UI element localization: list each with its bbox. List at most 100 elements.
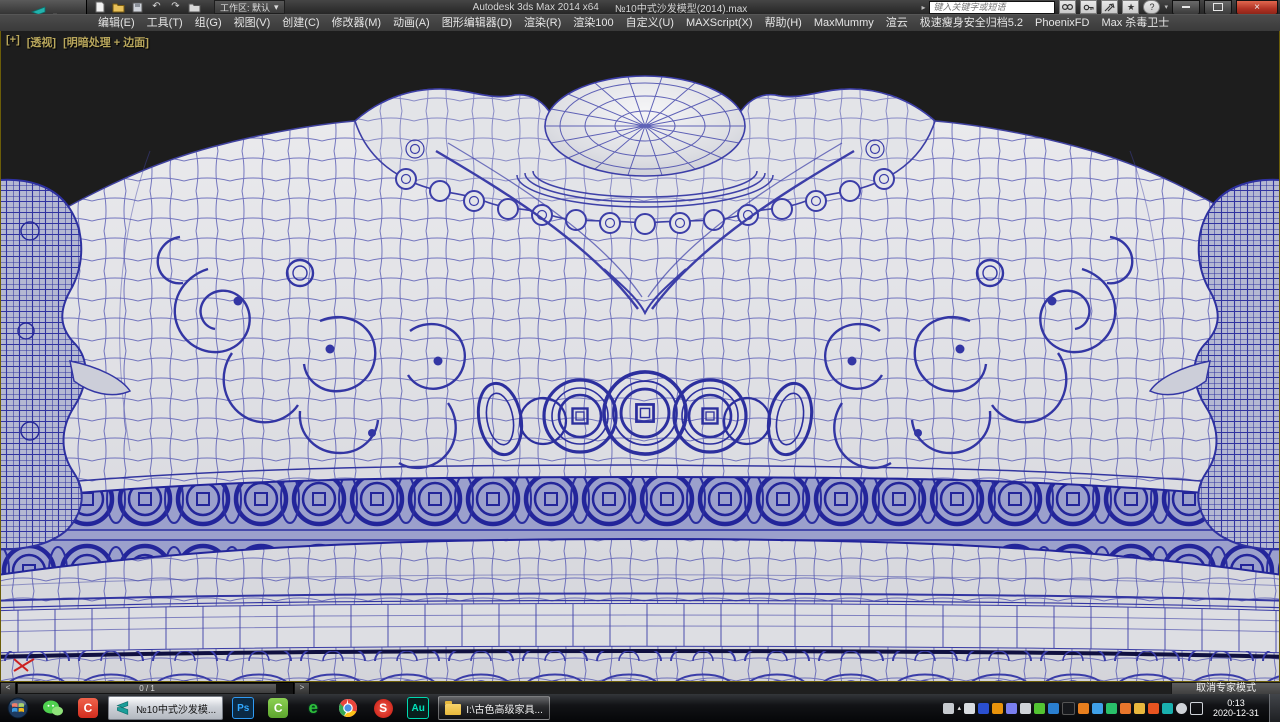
project-folder-button[interactable] — [187, 1, 202, 13]
viewport-label: [+] [透视] [明暗处理 + 边面] — [6, 34, 149, 50]
menu-item-antivirus-guard[interactable]: Max 杀毒卫士 — [1095, 15, 1175, 31]
menu-item-rendering[interactable]: 渲染(R) — [518, 15, 567, 31]
chrome-taskbar-icon[interactable] — [333, 696, 363, 721]
photoshop-taskbar-icon[interactable]: Ps — [228, 696, 258, 721]
window-title: Autodesk 3ds Max 2014 x64 №10中式沙发模型(2014… — [260, 0, 960, 15]
menu-item-maxscript[interactable]: MAXScript(X) — [680, 15, 759, 31]
menu-item-render100[interactable]: 渲染100 — [567, 15, 619, 31]
arch-band — [0, 651, 1280, 681]
viewport-canvas[interactable] — [0, 31, 1280, 692]
open-file-button[interactable] — [111, 1, 126, 13]
communication-center-icon[interactable] — [1101, 0, 1119, 14]
task-folder-label: I:\古色高级家具... — [466, 704, 543, 716]
windows-orb-icon — [7, 697, 29, 719]
camtasia-green-letter: C — [268, 698, 289, 718]
tray-telegram-icon[interactable] — [1047, 702, 1059, 714]
task-3dsmax-window[interactable]: №10中式沙发模... — [108, 696, 224, 720]
tray-blue-app-icon[interactable] — [977, 702, 989, 714]
tray-appstore-icon[interactable] — [1005, 702, 1017, 714]
wechat-taskbar-icon[interactable] — [38, 696, 68, 721]
minimize-button[interactable] — [1172, 0, 1200, 15]
photoshop-letter: Ps — [232, 697, 255, 719]
menu-item-help[interactable]: 帮助(H) — [759, 15, 808, 31]
task-folder-window[interactable]: I:\古色高级家具... — [438, 696, 550, 720]
help-icon[interactable]: ? — [1143, 0, 1161, 14]
3dsmax-task-icon — [116, 701, 129, 715]
previous-frame-button[interactable]: < — [0, 681, 16, 695]
favorites-star-icon[interactable]: ★ — [1122, 0, 1140, 14]
start-button[interactable] — [3, 696, 33, 721]
tray-camera-icon[interactable] — [1119, 702, 1131, 714]
workspace-caret-icon: ▾ — [274, 1, 279, 12]
viewport-menu-plus[interactable]: [+] — [6, 34, 20, 50]
windows-taskbar: C №10中式沙发模... Ps C e S Au I:\古色高级家具... ▴… — [0, 694, 1280, 722]
tray-usb-icon[interactable] — [1091, 702, 1103, 714]
menu-item-views[interactable]: 视图(V) — [228, 15, 277, 31]
camtasia-green-taskbar-icon[interactable]: C — [263, 696, 293, 721]
show-desktop-button[interactable] — [1269, 694, 1280, 722]
menu-item-maxmummy[interactable]: MaxMummy — [808, 15, 880, 31]
tray-teal-c-icon[interactable] — [1161, 702, 1173, 714]
lower-rail — [0, 592, 1280, 681]
menu-item-create[interactable]: 创建(C) — [276, 15, 325, 31]
menu-item-edit[interactable]: 编辑(E) — [92, 15, 141, 31]
workspace-label: 工作区: 默认 — [220, 2, 271, 13]
s-app-letter: S — [373, 698, 393, 718]
close-button[interactable]: × — [1236, 0, 1278, 15]
tray-green-card-icon[interactable] — [1105, 702, 1117, 714]
perspective-viewport[interactable]: [+] [透视] [明暗处理 + 边面] — [0, 31, 1280, 692]
menu-item-group[interactable]: 组(G) — [189, 15, 228, 31]
viewport-border-left — [0, 31, 1, 681]
menu-item-slimming-archive[interactable]: 极速瘦身安全归档5.2 — [914, 15, 1029, 31]
status-strip: < 0 / 1 > 取消专家模式 — [0, 681, 1280, 695]
tray-ime-icon[interactable] — [963, 702, 975, 714]
camtasia-red-letter: C — [78, 698, 98, 718]
menu-item-tools[interactable]: 工具(T) — [141, 15, 189, 31]
redo-button[interactable]: ↷ — [168, 1, 183, 13]
menu-item-customize[interactable]: 自定义(U) — [620, 15, 680, 31]
new-scene-button[interactable] — [92, 1, 107, 13]
next-frame-button[interactable]: > — [294, 681, 310, 695]
task-3dsmax-label: №10中式沙发模... — [136, 704, 217, 716]
viewport-menu-shading[interactable]: [明暗处理 + 边面] — [63, 34, 149, 50]
undo-button[interactable]: ↶ — [149, 1, 164, 13]
tray-qq-icon[interactable] — [1061, 701, 1075, 715]
app-title-text: Autodesk 3ds Max 2014 x64 — [472, 1, 599, 13]
clock-time: 0:13 — [1227, 698, 1245, 708]
minimize-icon — [1182, 6, 1190, 8]
menu-item-phoenixfd[interactable]: PhoenixFD — [1029, 15, 1095, 31]
audition-taskbar-icon[interactable]: Au — [403, 696, 433, 721]
menu-item-graph-editors[interactable]: 图形编辑器(D) — [436, 15, 518, 31]
tray-speaker-icon[interactable] — [1175, 702, 1187, 714]
tray-shield-icon[interactable] — [1133, 702, 1145, 714]
viewport-menu-view[interactable]: [透视] — [27, 34, 56, 50]
menu-item-animation[interactable]: 动画(A) — [387, 15, 436, 31]
taskbar-clock[interactable]: 0:13 2020-12-31 — [1213, 698, 1259, 718]
browser-e-taskbar-icon[interactable]: e — [298, 696, 328, 721]
tray-show-hidden-icons[interactable]: ▴ — [957, 704, 961, 712]
tray-orange-list-icon[interactable] — [1077, 702, 1089, 714]
tray-keyboard-icon[interactable] — [943, 702, 955, 714]
save-file-button[interactable] — [130, 1, 145, 13]
tray-plugin-icon[interactable] — [1019, 702, 1031, 714]
search-binoculars-icon[interactable] — [1059, 0, 1077, 14]
tray-flame-icon[interactable] — [1147, 702, 1159, 714]
maximize-icon — [1213, 3, 1223, 11]
menu-item-xuanyun[interactable]: 渲云 — [880, 15, 914, 31]
tray-wechat-icon[interactable] — [1033, 702, 1045, 714]
menu-item-modifiers[interactable]: 修改器(M) — [326, 15, 388, 31]
time-slider-handle[interactable]: 0 / 1 — [18, 683, 276, 693]
tray-network-monitor-icon[interactable] — [1189, 701, 1203, 715]
titlebar-right-controls: ▸ ★ ? ▾ × — [921, 0, 1280, 15]
s-app-taskbar-icon[interactable]: S — [368, 696, 398, 721]
maximize-button[interactable] — [1204, 0, 1232, 15]
help-caret-icon[interactable]: ▾ — [1164, 3, 1168, 11]
close-icon: × — [1254, 1, 1260, 13]
communication-key-icon[interactable] — [1080, 0, 1098, 14]
time-slider-track[interactable]: 0 / 1 — [16, 681, 294, 695]
search-input[interactable] — [929, 0, 1056, 14]
infocenter-expand-icon[interactable]: ▸ — [921, 3, 925, 12]
tray-orange-bottle-icon[interactable] — [991, 702, 1003, 714]
camtasia-red-taskbar-icon[interactable]: C — [73, 696, 103, 721]
workspace-selector[interactable]: 工作区: 默认 ▾ — [214, 0, 285, 14]
